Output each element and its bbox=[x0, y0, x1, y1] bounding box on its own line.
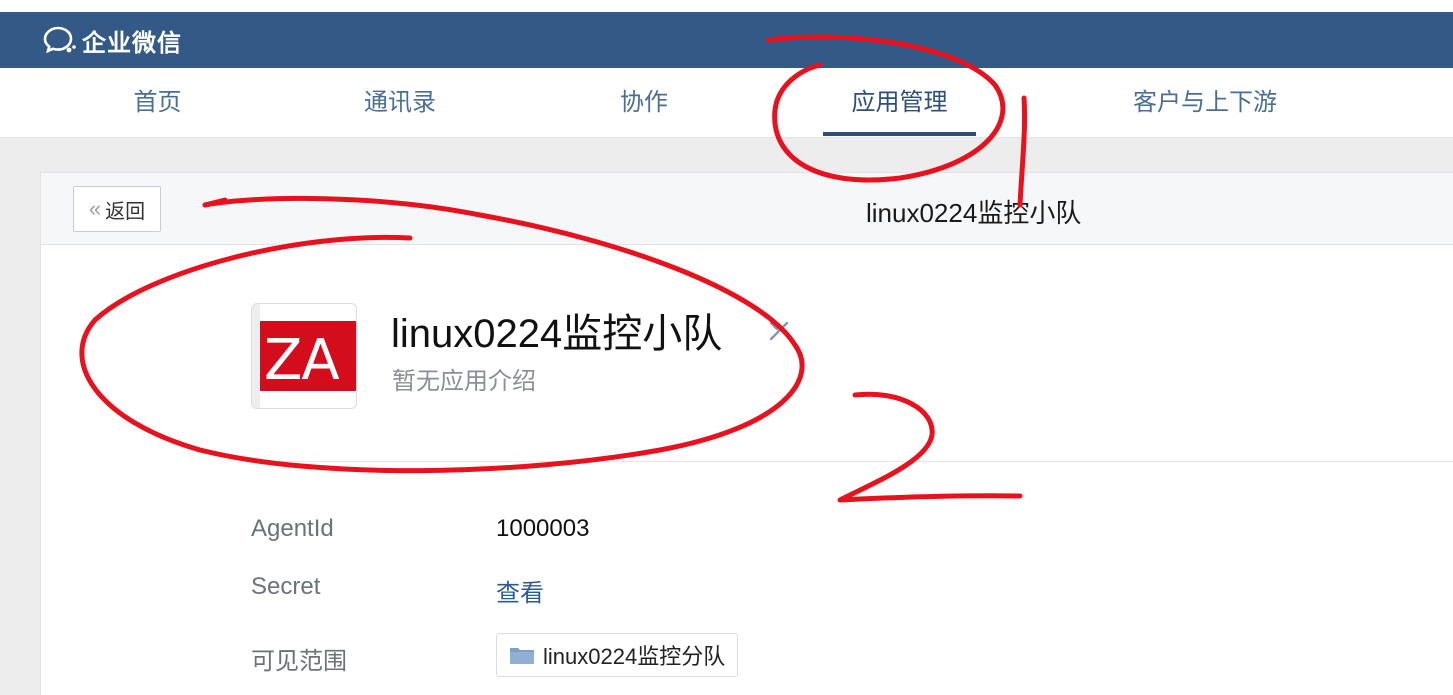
visible-scope-value: linux0224监控分队 bbox=[543, 644, 726, 669]
secret-label: Secret bbox=[251, 573, 321, 600]
secret-view-link[interactable]: 查看 bbox=[496, 573, 544, 608]
visible-scope-tag[interactable]: linux0224监控分队 bbox=[496, 633, 739, 677]
back-button[interactable]: « 返回 bbox=[73, 186, 161, 232]
agentid-value: 1000003 bbox=[496, 515, 590, 542]
panel-title: linux0224监控小队 bbox=[866, 198, 1082, 228]
nav-home[interactable]: 首页 bbox=[110, 68, 205, 138]
app-detail-panel: « 返回 linux0224监控小队 ZA linux0224监控小队 暂无应用… bbox=[40, 172, 1453, 695]
app-intro: 暂无应用介绍 bbox=[392, 368, 536, 395]
nav-active-underline bbox=[823, 132, 976, 136]
app-logo-text: ZA bbox=[264, 328, 340, 393]
nav-collaboration[interactable]: 协作 bbox=[598, 68, 690, 138]
wecom-logo-icon bbox=[43, 26, 76, 54]
panel-header: « 返回 linux0224监控小队 bbox=[41, 173, 1453, 245]
folder-icon bbox=[510, 648, 534, 664]
main-nav: 首页 通讯录 协作 应用管理 客户与上下游 bbox=[0, 68, 1453, 138]
agentid-label: AgentId bbox=[251, 515, 334, 542]
nav-customers-upstream-downstream[interactable]: 客户与上下游 bbox=[1115, 68, 1295, 138]
visible-scope-label: 可见范围 bbox=[251, 648, 347, 675]
back-button-label: 返回 bbox=[105, 200, 146, 223]
double-chevron-left-icon: « bbox=[88, 196, 102, 221]
edit-pencil-icon[interactable] bbox=[767, 317, 793, 343]
app-logo: ZA bbox=[251, 303, 357, 409]
nav-app-management[interactable]: 应用管理 bbox=[823, 68, 976, 138]
top-border bbox=[0, 0, 1453, 12]
brand-bar: 企业微信 bbox=[0, 12, 1453, 68]
nav-contacts[interactable]: 通讯录 bbox=[350, 68, 450, 138]
app-name: linux0224监控小队 bbox=[391, 312, 723, 356]
section-divider bbox=[251, 461, 1453, 462]
brand-name: 企业微信 bbox=[82, 29, 182, 57]
